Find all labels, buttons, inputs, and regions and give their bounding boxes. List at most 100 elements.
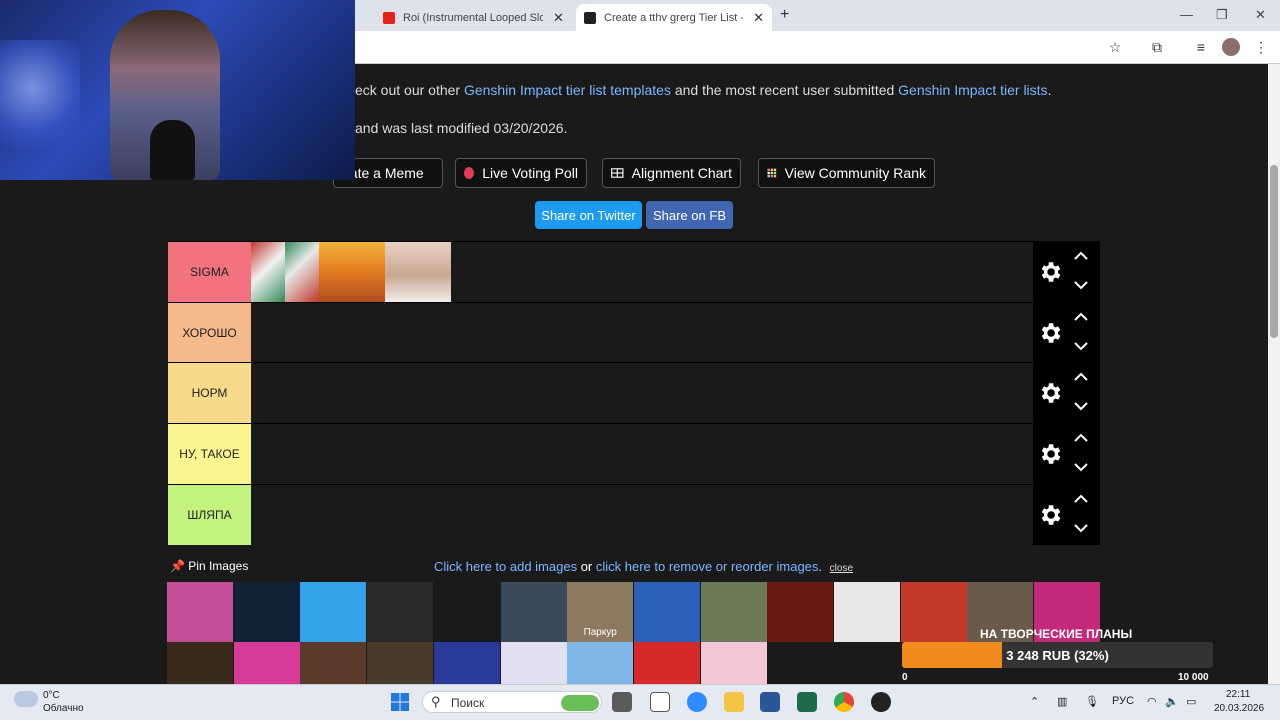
profile-avatar[interactable] (1222, 38, 1240, 56)
file-explorer-icon[interactable] (724, 692, 744, 712)
view-community-rank-button[interactable]: View Community Rank (758, 158, 935, 188)
battery-icon[interactable]: ▭ (1186, 695, 1196, 708)
tab-title: Roi (Instrumental Looped Slowe (403, 11, 543, 24)
game-of-thrones-image[interactable] (367, 582, 434, 642)
cloud-icon[interactable] (14, 691, 38, 707)
tier-label[interactable]: ХОРОШО (168, 303, 251, 363)
tray-chevron-icon[interactable]: ⌃ (1030, 695, 1039, 708)
snack-bag-image[interactable] (285, 242, 319, 302)
tier-drop-zone[interactable] (251, 424, 1033, 484)
gear-icon[interactable] (1037, 441, 1063, 467)
live-voting-poll-button[interactable]: Live Voting Poll (455, 158, 587, 188)
3d-glasses-image[interactable] (834, 582, 900, 642)
gear-icon[interactable] (1037, 502, 1063, 528)
pokemon-go-image[interactable] (433, 642, 500, 684)
media-icon[interactable]: ≡ (1192, 38, 1210, 56)
language-indicator[interactable]: РУС (1112, 695, 1134, 707)
askfm-logo[interactable] (233, 582, 300, 642)
move-down-icon[interactable] (1073, 459, 1089, 475)
fidget-spinner-image[interactable] (500, 642, 567, 684)
word-icon[interactable] (760, 692, 780, 712)
taskbar-search[interactable]: ⚲ Поиск (422, 691, 602, 713)
restore-icon[interactable]: ❐ (1216, 7, 1228, 23)
volume-icon[interactable]: 🔈 (1165, 695, 1179, 708)
labubu-image[interactable] (700, 642, 767, 684)
move-down-icon[interactable] (1073, 520, 1089, 536)
window-close-icon[interactable]: ✕ (1255, 7, 1266, 23)
pin-images[interactable]: 📌 Pin Images (170, 559, 248, 573)
user-tierlists-link[interactable]: Genshin Impact tier lists (898, 82, 1047, 98)
karaoke-image[interactable] (633, 642, 700, 684)
weather-desc[interactable]: Облачно (43, 703, 84, 714)
scrollbar[interactable] (1268, 64, 1280, 684)
software-image[interactable] (167, 642, 233, 684)
scrollbar-thumb[interactable] (1270, 165, 1278, 338)
headphones-image[interactable] (233, 642, 300, 684)
weather-temp[interactable]: 0°C (43, 690, 60, 701)
gear-icon[interactable] (1037, 320, 1063, 346)
tab-youtube[interactable]: Roi (Instrumental Looped Slowe ✕ (375, 4, 575, 31)
task-view-icon[interactable] (612, 692, 632, 712)
move-down-icon[interactable] (1073, 277, 1089, 293)
close-tab-icon[interactable]: ✕ (753, 10, 764, 26)
microphone-icon[interactable]: 🎙 (1085, 695, 1099, 708)
new-tab-button[interactable]: + (780, 6, 789, 24)
tier-label[interactable]: ШЛЯПА (168, 485, 251, 545)
tab-tierlist[interactable]: Create a tthv grerg Tier List - Ti ✕ (576, 4, 772, 31)
clock-date[interactable]: 20.03.2026 (1214, 703, 1264, 714)
move-down-icon[interactable] (1073, 398, 1089, 414)
tier-label[interactable]: SIGMA (168, 242, 251, 302)
tier-drop-zone[interactable] (251, 363, 1033, 423)
reorder-images-link[interactable]: click here to remove or reorder images (596, 559, 819, 574)
cd-disc-image[interactable] (167, 582, 233, 642)
move-up-icon[interactable] (1073, 309, 1089, 325)
clock-time[interactable]: 22:11 (1226, 689, 1250, 700)
menu-icon[interactable]: ⋮ (1252, 38, 1270, 56)
minimize-icon[interactable]: — (1180, 7, 1193, 22)
extensions-icon[interactable]: ⧉ (1148, 38, 1166, 56)
tier-drop-zone[interactable] (251, 485, 1033, 545)
tier-controls (1033, 424, 1100, 484)
zoom-icon[interactable] (687, 692, 707, 712)
portrait-image[interactable] (385, 242, 451, 302)
tray-app-icon[interactable]: ▥ (1057, 695, 1067, 708)
tier-label[interactable]: НУ, ТАКОЕ (168, 424, 251, 484)
cat-parkour-image[interactable]: Паркур (567, 582, 634, 642)
alignment-chart-button[interactable]: Alignment Chart (602, 158, 741, 188)
templates-link[interactable]: Genshin Impact tier list templates (464, 82, 671, 98)
wifi-icon[interactable]: ◠ (1147, 695, 1157, 708)
kiosk-image[interactable] (319, 242, 385, 302)
dotnet-app-icon[interactable] (797, 692, 817, 712)
tier-label[interactable]: НОРМ (168, 363, 251, 423)
skype-logo[interactable] (300, 582, 367, 642)
tier-drop-zone[interactable] (251, 303, 1033, 363)
community-grid-icon (767, 168, 777, 178)
arcade-machine-image[interactable] (633, 582, 700, 642)
obs-icon[interactable] (871, 692, 891, 712)
chrome-icon[interactable] (834, 692, 854, 712)
gear-icon[interactable] (1037, 259, 1063, 285)
share-fb-button[interactable]: Share on FB (646, 201, 733, 229)
task-manager-icon[interactable] (650, 692, 670, 712)
nescafe-image[interactable] (767, 582, 834, 642)
move-up-icon[interactable] (1073, 369, 1089, 385)
nfs-most-wanted-image[interactable] (500, 582, 567, 642)
man-portrait-image[interactable] (300, 642, 367, 684)
nfs-underground-image[interactable] (433, 582, 500, 642)
close-link[interactable]: close (830, 563, 853, 574)
happy-wheels-image[interactable] (567, 642, 634, 684)
share-twitter-button[interactable]: Share on Twitter (535, 201, 642, 229)
madness-image[interactable] (367, 642, 434, 684)
move-up-icon[interactable] (1073, 248, 1089, 264)
bookmark-star-icon[interactable]: ☆ (1106, 38, 1124, 56)
close-tab-icon[interactable]: ✕ (553, 10, 564, 26)
gear-icon[interactable] (1037, 380, 1063, 406)
move-up-icon[interactable] (1073, 430, 1089, 446)
windows-start-icon[interactable] (390, 692, 410, 712)
snack-bag-image[interactable] (251, 242, 285, 302)
move-up-icon[interactable] (1073, 491, 1089, 507)
move-down-icon[interactable] (1073, 338, 1089, 354)
gta-san-andreas-image[interactable] (700, 582, 767, 642)
add-images-link[interactable]: Click here to add images (434, 559, 577, 574)
cheetos-image[interactable] (900, 582, 967, 642)
